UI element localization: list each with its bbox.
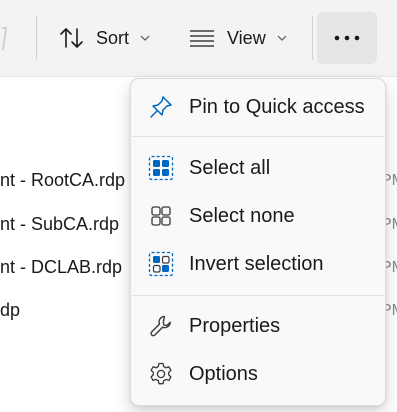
toolbar-divider <box>36 16 37 60</box>
menu-item-options[interactable]: Options <box>135 352 381 396</box>
more-options-menu: Pin to Quick access Select all Select no… <box>130 78 386 406</box>
chevron-down-icon <box>276 34 288 42</box>
list-item[interactable]: dp <box>0 300 20 321</box>
menu-item-label: Select all <box>189 156 271 179</box>
toolbar-divider <box>312 16 313 60</box>
menu-item-label: Select none <box>189 204 295 227</box>
view-label: View <box>227 27 266 48</box>
select-none-icon <box>147 202 175 230</box>
view-icon <box>190 30 214 47</box>
partial-icon <box>2 27 7 51</box>
chevron-down-icon <box>139 34 151 42</box>
menu-item-invert-selection[interactable]: Invert selection <box>135 242 381 286</box>
menu-item-label: Pin to Quick access <box>189 95 365 118</box>
command-bar: Sort View <box>0 0 397 77</box>
menu-separator <box>132 136 384 137</box>
list-item[interactable]: nt - DCLAB.rdp <box>0 257 122 278</box>
menu-item-select-none[interactable]: Select none <box>135 194 381 238</box>
list-item[interactable]: nt - SubCA.rdp <box>0 214 119 235</box>
pin-icon <box>147 93 175 121</box>
menu-item-properties[interactable]: Properties <box>135 304 381 348</box>
menu-item-label: Options <box>189 362 258 385</box>
list-item[interactable]: nt - RootCA.rdp <box>0 170 125 191</box>
menu-separator <box>132 295 384 296</box>
sort-button[interactable]: Sort <box>58 14 151 62</box>
view-button[interactable]: View <box>189 14 288 62</box>
menu-item-select-all[interactable]: Select all <box>135 146 381 190</box>
more-options-button[interactable] <box>317 12 377 64</box>
menu-item-label: Invert selection <box>189 252 324 275</box>
sort-label: Sort <box>96 27 130 48</box>
wrench-icon <box>147 312 175 340</box>
invert-selection-icon <box>147 250 175 278</box>
select-all-icon <box>147 154 175 182</box>
ellipsis-icon <box>334 35 360 41</box>
menu-item-label: Properties <box>189 314 281 337</box>
gear-icon <box>147 360 175 388</box>
menu-item-pin-to-quick-access[interactable]: Pin to Quick access <box>135 85 381 129</box>
sort-icon <box>60 28 83 48</box>
